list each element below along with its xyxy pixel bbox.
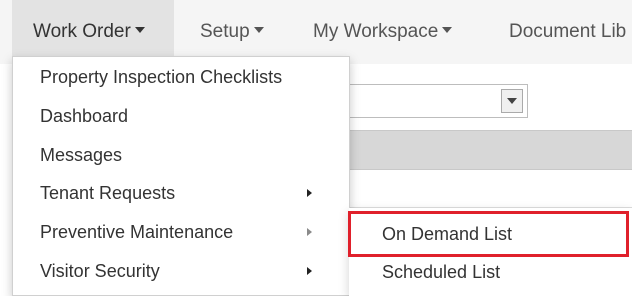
submenu-arrow-icon: [307, 228, 312, 236]
preventive-maintenance-submenu: On Demand List Scheduled List: [349, 208, 632, 296]
nav-work-order[interactable]: Work Order: [12, 0, 174, 64]
submenu-arrow-icon: [307, 267, 312, 275]
menu-item-property-inspection-checklists[interactable]: Property Inspection Checklists: [40, 58, 282, 96]
background-header-band: [320, 130, 632, 170]
menu-item-preventive-maintenance[interactable]: Preventive Maintenance: [40, 213, 233, 251]
submenu-arrow-icon: [307, 189, 312, 197]
nav-my-workspace[interactable]: My Workspace: [313, 0, 453, 64]
nav-document-library[interactable]: Document Lib: [509, 0, 626, 64]
menu-item-messages[interactable]: Messages: [40, 136, 122, 174]
submenu-item-label: On Demand List: [382, 224, 513, 244]
menu-item-label: Dashboard: [40, 106, 129, 126]
menu-item-label: Property Inspection Checklists: [40, 67, 283, 87]
menu-item-dashboard[interactable]: Dashboard: [40, 97, 128, 135]
nav-work-order-label: Work Order: [33, 21, 131, 42]
menu-item-tenant-requests[interactable]: Tenant Requests: [40, 174, 175, 212]
menu-item-label: Tenant Requests: [40, 183, 176, 203]
nav-document-library-label: Document Lib: [509, 21, 627, 42]
select-dropdown-button[interactable]: [501, 89, 523, 113]
nav-setup-label: Setup: [200, 21, 250, 42]
top-navbar: Work Order Setup My Workspace Document L…: [0, 0, 632, 64]
nav-my-workspace-label: My Workspace: [313, 21, 439, 42]
work-order-dropdown-menu: Property Inspection Checklists Dashboard…: [12, 56, 350, 296]
menu-item-visitor-security[interactable]: Visitor Security: [40, 252, 160, 290]
background-select[interactable]: [320, 84, 528, 118]
nav-setup[interactable]: Setup: [200, 0, 264, 64]
submenu-item-label: Scheduled List: [382, 262, 501, 282]
chevron-down-icon: [253, 26, 264, 33]
menu-item-label: Messages: [40, 145, 123, 165]
submenu-item-on-demand-list[interactable]: On Demand List: [349, 214, 632, 254]
chevron-down-icon: [442, 26, 453, 33]
menu-item-label: Preventive Maintenance: [40, 222, 234, 242]
chevron-down-icon: [134, 26, 145, 33]
submenu-item-scheduled-list[interactable]: Scheduled List: [349, 252, 632, 292]
menu-item-label: Visitor Security: [40, 261, 160, 281]
